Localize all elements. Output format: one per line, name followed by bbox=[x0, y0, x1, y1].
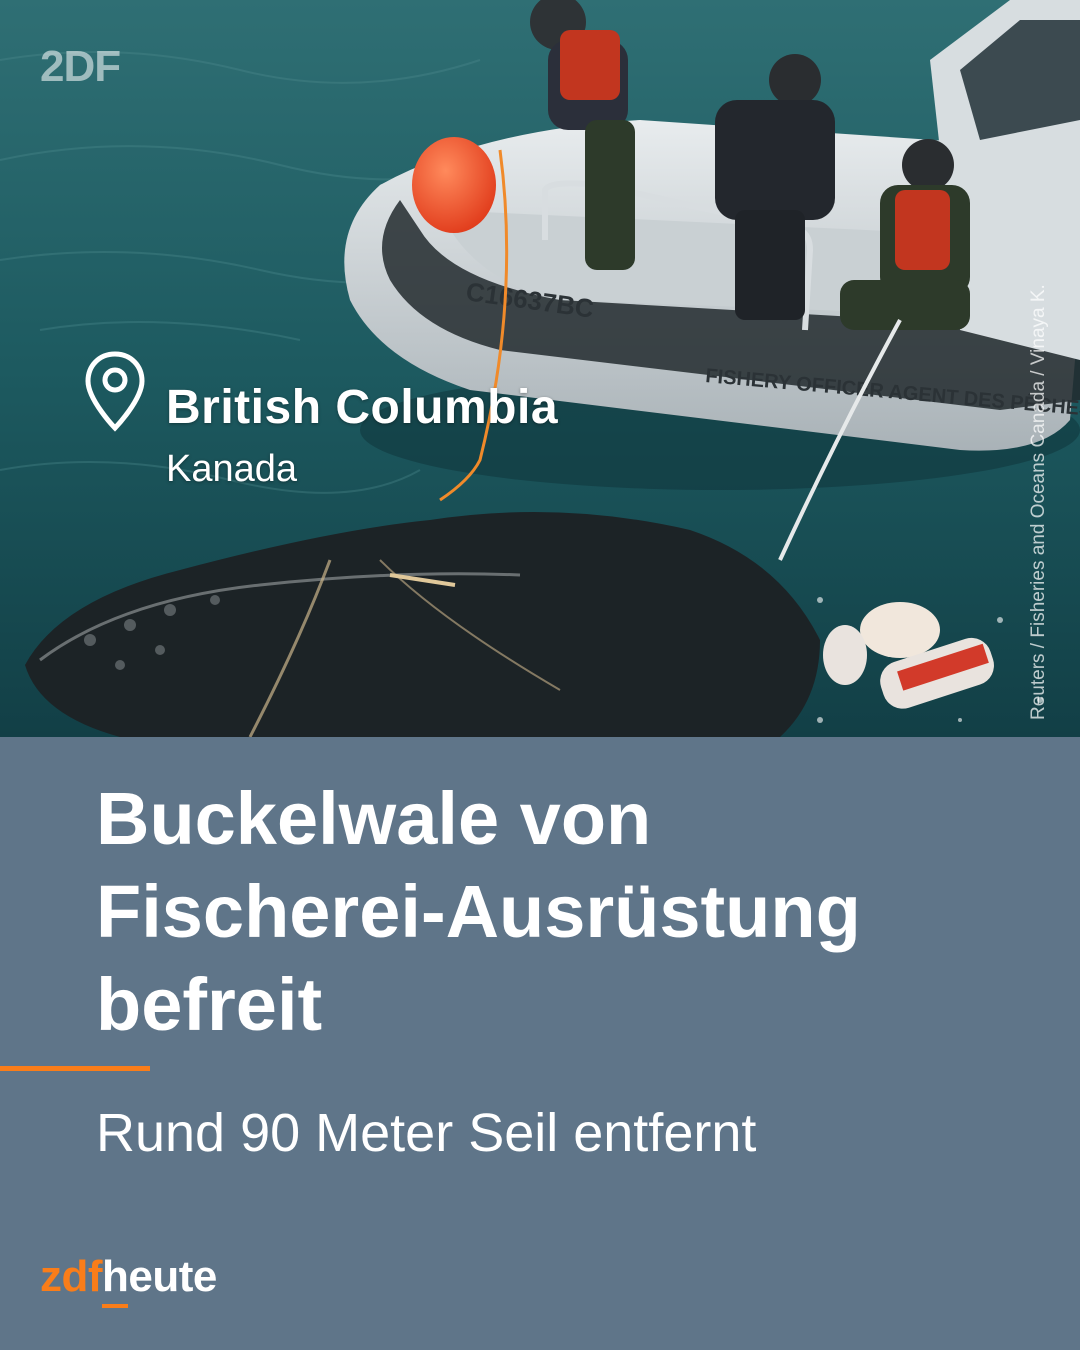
logo-underline bbox=[102, 1304, 129, 1308]
photo-credit: Reuters / Fisheries and Oceans Canada / … bbox=[1028, 284, 1049, 720]
accent-divider bbox=[0, 1066, 150, 1071]
headline-line-3: befreit bbox=[96, 963, 323, 1046]
logo-heute-text: heute bbox=[102, 1252, 217, 1301]
zdf-watermark: 2DF bbox=[40, 42, 121, 91]
headline-line-2: Fischerei-Ausrüstung bbox=[96, 870, 861, 953]
location-region: British Columbia bbox=[166, 381, 559, 434]
orange-buoy bbox=[412, 137, 496, 233]
logo-zdf: zdf bbox=[40, 1252, 103, 1301]
zdfheute-logo: zdfheute bbox=[40, 1252, 217, 1308]
subline: Rund 90 Meter Seil entfernt bbox=[96, 1103, 757, 1163]
logo-heute: heute bbox=[102, 1252, 217, 1308]
headline: Buckelwale von Fischerei-Ausrüstung befr… bbox=[96, 772, 996, 1051]
location-pin-icon bbox=[85, 351, 145, 432]
location-country: Kanada bbox=[166, 448, 298, 490]
headline-line-1: Buckelwale von bbox=[96, 777, 652, 860]
whale-rescue-photo: C16637BC FISHERY OFFICER AGENT DES PÊCHE… bbox=[0, 0, 1080, 737]
hero-photo: C16637BC FISHERY OFFICER AGENT DES PÊCHE… bbox=[0, 0, 1080, 737]
